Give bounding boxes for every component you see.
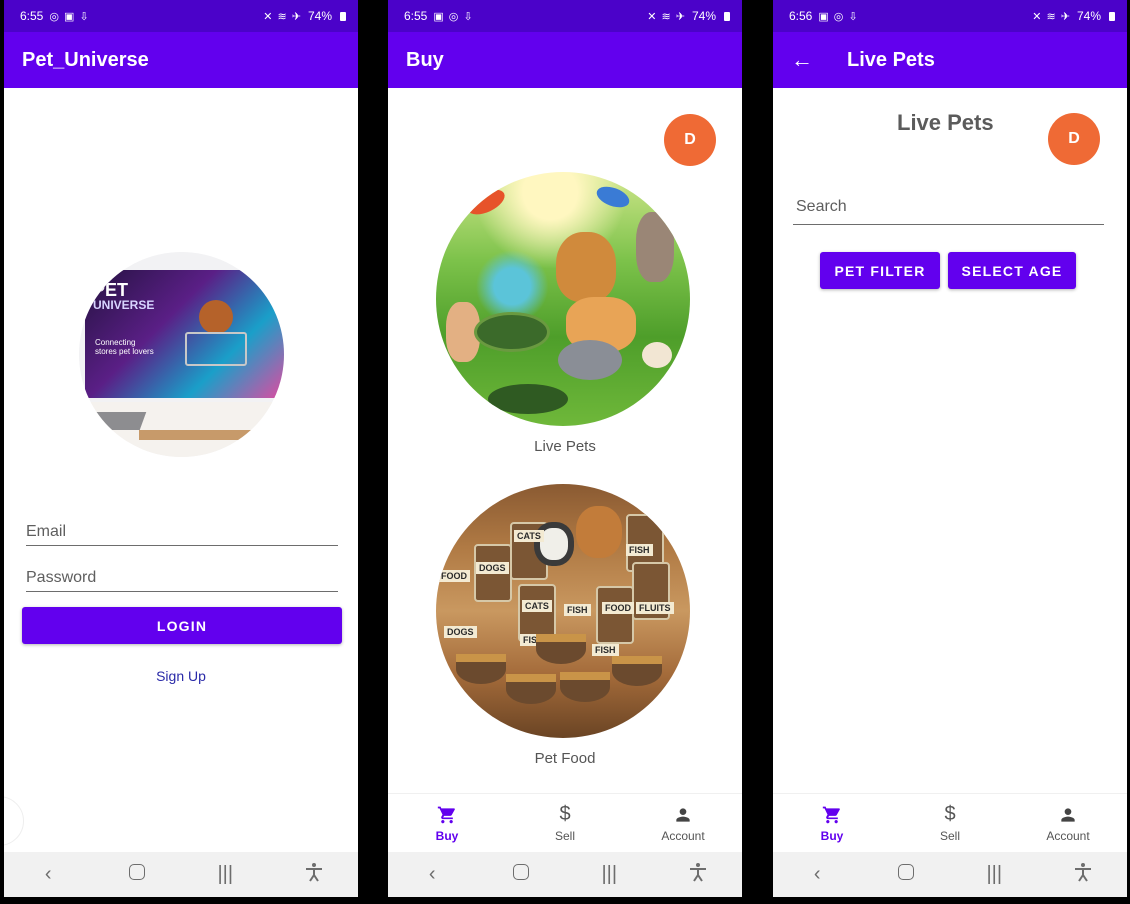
battery-icon xyxy=(1109,11,1115,21)
page-title: Live Pets xyxy=(897,110,994,135)
accessibility-icon[interactable] xyxy=(294,862,334,888)
app-title: Pet_Universe xyxy=(22,48,149,71)
login-button[interactable]: LOGIN xyxy=(22,607,342,644)
person-icon xyxy=(673,804,693,826)
connectivity-icons: ✕ ≋ ✈ xyxy=(263,10,302,23)
recents-icon[interactable]: ||| xyxy=(205,863,245,886)
status-bar: 6:55 ◎ ▣ ⇩ ✕ ≋ ✈ 74% xyxy=(4,0,358,32)
live-pets-label[interactable]: Live Pets xyxy=(388,438,742,455)
nav-item-sell[interactable]: $ Sell xyxy=(891,794,1009,852)
nav-label-sell: Sell xyxy=(554,828,575,843)
home-button[interactable] xyxy=(117,863,157,886)
app-bar: Buy xyxy=(388,32,742,88)
home-icon xyxy=(512,864,529,880)
logo-title: PET xyxy=(93,280,129,300)
dollar-icon: $ xyxy=(559,803,571,825)
nav-item-buy[interactable]: Buy xyxy=(773,794,891,852)
jar-label: FISH xyxy=(592,644,619,656)
jar-label: DOGS xyxy=(444,626,477,638)
jar-label: FOOD xyxy=(438,570,470,582)
battery-level: 74% xyxy=(1076,9,1101,23)
notification-icons: ▣ ◎ ⇩ xyxy=(433,10,474,23)
status-time: 6:56 xyxy=(789,9,813,23)
live-pets-image[interactable] xyxy=(436,172,690,426)
jar-label: FISH xyxy=(564,604,591,616)
jar-label: CATS xyxy=(514,530,544,542)
system-navigation-bar: ‹ ||| xyxy=(773,852,1127,897)
user-avatar[interactable]: D xyxy=(1048,113,1100,165)
nav-item-account[interactable]: Account xyxy=(624,794,742,852)
buy-screen: 6:55 ▣ ◎ ⇩ ✕ ≋ ✈ 74% Buy D Live Pets DOG… xyxy=(388,0,742,897)
nav-item-buy[interactable]: Buy xyxy=(388,794,506,852)
status-bar: 6:55 ▣ ◎ ⇩ ✕ ≋ ✈ 74% xyxy=(388,0,742,32)
password-input[interactable] xyxy=(26,569,338,587)
password-field[interactable] xyxy=(26,564,338,592)
back-arrow-icon[interactable]: ← xyxy=(791,47,813,73)
cart-icon xyxy=(822,804,842,826)
recents-icon[interactable]: ||| xyxy=(589,863,629,886)
connectivity-icons: ✕ ≋ ✈ xyxy=(647,10,686,23)
pet-food-label[interactable]: Pet Food xyxy=(388,750,742,767)
user-avatar[interactable]: D xyxy=(664,114,716,166)
jar-label: CATS xyxy=(522,600,552,612)
dollar-icon: $ xyxy=(944,803,956,825)
email-input[interactable] xyxy=(26,523,338,541)
recents-icon[interactable]: ||| xyxy=(974,863,1014,886)
logo-tagline: Connecting stores pet lovers xyxy=(95,338,154,356)
live-pets-screen: 6:56 ▣ ◎ ⇩ ✕ ≋ ✈ 74% ← Live Pets Live Pe… xyxy=(773,0,1127,897)
bottom-navigation: Buy $ Sell Account xyxy=(773,793,1127,852)
home-button[interactable] xyxy=(501,863,541,886)
floating-bubble[interactable] xyxy=(4,796,24,846)
pet-food-image[interactable]: DOGS CATS FISH FOOD FLUITS CATS FISH DOG… xyxy=(436,484,690,738)
app-bar: Pet_Universe xyxy=(4,32,358,88)
cart-icon xyxy=(437,804,457,826)
sign-up-link[interactable]: Sign Up xyxy=(4,668,358,684)
system-navigation-bar: ‹ ||| xyxy=(4,852,358,897)
accessibility-icon[interactable] xyxy=(678,862,718,888)
jar-label: FISH xyxy=(626,544,653,556)
jar-label: DOGS xyxy=(476,562,509,574)
home-icon xyxy=(897,864,914,880)
login-screen: 6:55 ◎ ▣ ⇩ ✕ ≋ ✈ 74% Pet_Universe PET UN… xyxy=(4,0,358,897)
search-field[interactable] xyxy=(793,198,1107,225)
nav-item-sell[interactable]: $ Sell xyxy=(506,794,624,852)
logo-subtitle: UNIVERSE xyxy=(93,298,155,312)
select-age-button[interactable]: SELECT AGE xyxy=(948,252,1076,289)
back-icon[interactable]: ‹ xyxy=(28,863,68,886)
home-button[interactable] xyxy=(886,863,926,886)
pet-filter-button[interactable]: PET FILTER xyxy=(820,252,940,289)
app-bar: ← Live Pets xyxy=(773,32,1127,88)
status-bar: 6:56 ▣ ◎ ⇩ ✕ ≋ ✈ 74% xyxy=(773,0,1127,32)
status-time: 6:55 xyxy=(20,9,44,23)
app-title: Buy xyxy=(406,48,444,71)
back-icon[interactable]: ‹ xyxy=(412,863,452,886)
email-field[interactable] xyxy=(26,518,338,546)
battery-level: 74% xyxy=(691,9,716,23)
jar-label: FOOD xyxy=(602,602,634,614)
battery-icon xyxy=(340,11,346,21)
jar-label: FLUITS xyxy=(636,602,674,614)
nav-item-account[interactable]: Account xyxy=(1009,794,1127,852)
notification-icons: ◎ ▣ ⇩ xyxy=(49,10,90,23)
connectivity-icons: ✕ ≋ ✈ xyxy=(1032,10,1071,23)
nav-label-sell: Sell xyxy=(939,828,960,843)
nav-label-account: Account xyxy=(1046,828,1090,843)
notification-icons: ▣ ◎ ⇩ xyxy=(818,10,859,23)
home-icon xyxy=(128,864,145,880)
nav-label-account: Account xyxy=(661,828,705,843)
search-input[interactable] xyxy=(793,198,1107,216)
system-navigation-bar: ‹ ||| xyxy=(388,852,742,897)
nav-label-buy: Buy xyxy=(820,828,844,843)
accessibility-icon[interactable] xyxy=(1063,862,1103,888)
battery-icon xyxy=(724,11,730,21)
nav-label-buy: Buy xyxy=(435,828,459,843)
battery-level: 74% xyxy=(307,9,332,23)
app-title: Live Pets xyxy=(847,48,935,71)
back-icon[interactable]: ‹ xyxy=(797,863,837,886)
person-icon xyxy=(1058,804,1078,826)
status-time: 6:55 xyxy=(404,9,428,23)
bottom-navigation: Buy $ Sell Account xyxy=(388,793,742,852)
app-logo-image: PET UNIVERSE Connecting stores pet lover… xyxy=(79,252,284,457)
